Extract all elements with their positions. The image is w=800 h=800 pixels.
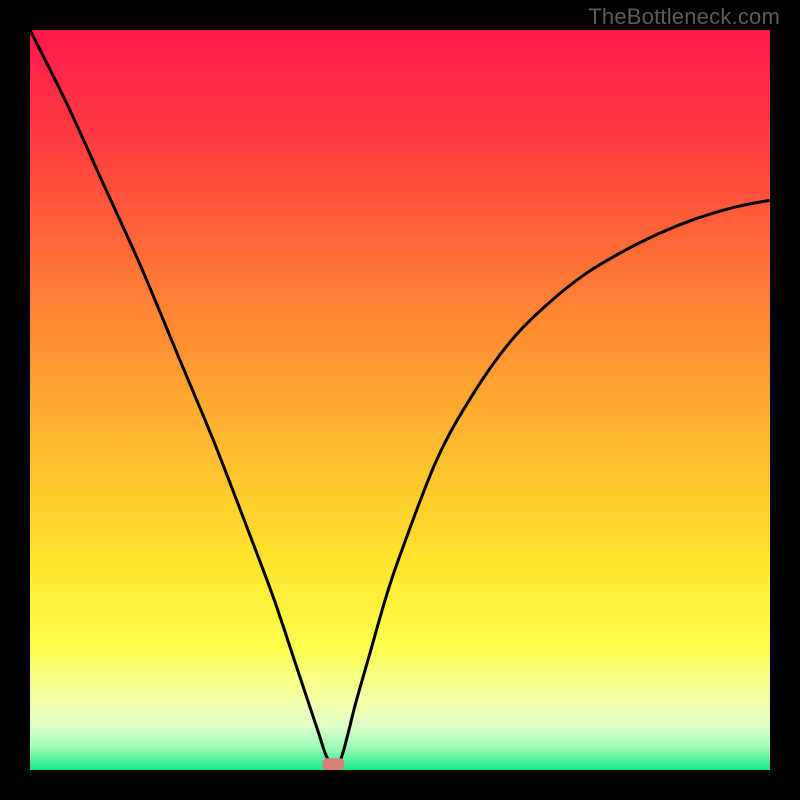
chart-frame: TheBottleneck.com [0, 0, 800, 800]
minimum-marker [322, 758, 344, 770]
chart-svg [30, 30, 770, 770]
watermark-text: TheBottleneck.com [588, 4, 780, 30]
plot-area [30, 30, 770, 770]
gradient-background [30, 30, 770, 770]
